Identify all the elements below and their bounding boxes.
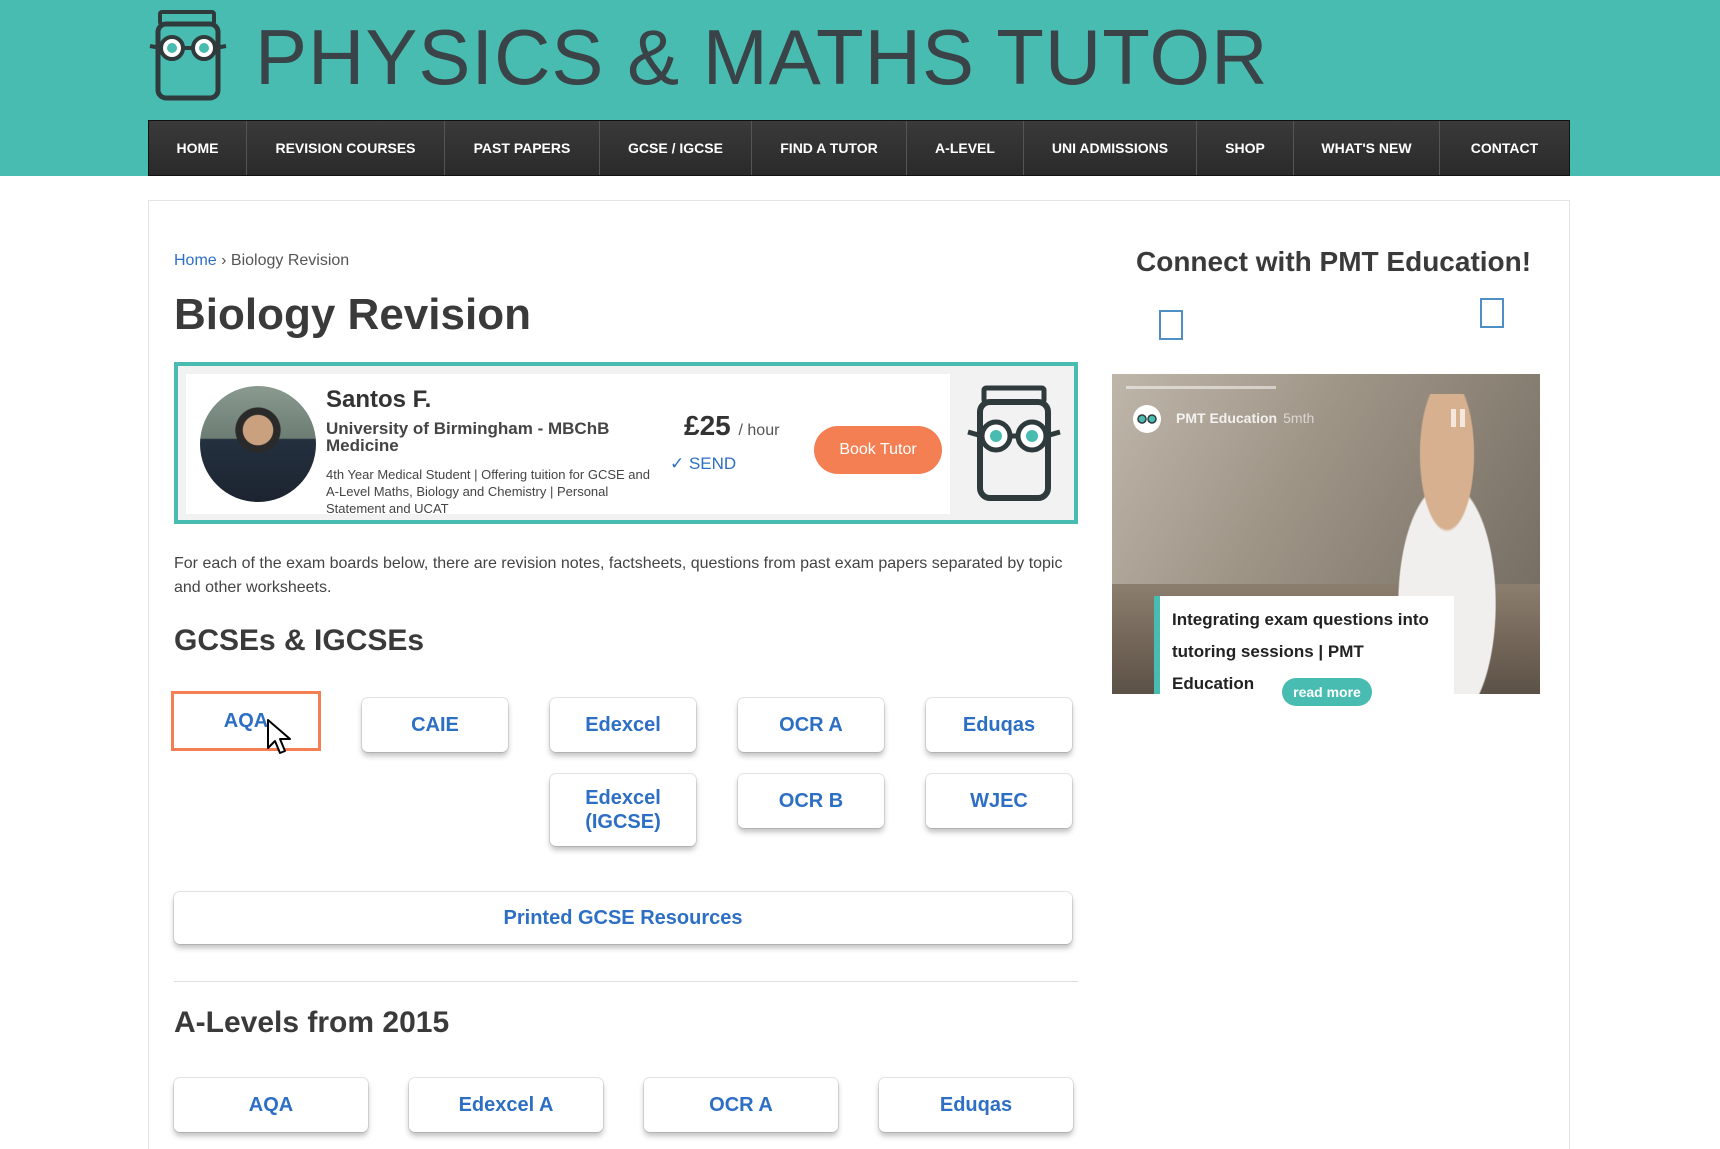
alevel-eduqas-button[interactable]: Eduqas bbox=[879, 1078, 1073, 1132]
pause-icon[interactable] bbox=[1450, 408, 1466, 428]
video-channel-label: PMT Education bbox=[1176, 410, 1278, 426]
book-tutor-button[interactable]: Book Tutor bbox=[814, 426, 942, 474]
tutor-card-body: Santos F. University of Birmingham - MBC… bbox=[186, 374, 950, 516]
breadcrumb-current: Biology Revision bbox=[230, 252, 350, 269]
tutor-ad-card[interactable]: Santos F. University of Birmingham - MBC… bbox=[174, 362, 1078, 524]
social-twitter-icon[interactable] bbox=[1480, 298, 1504, 328]
alevel-aqa-button[interactable]: AQA bbox=[174, 1078, 368, 1132]
main-nav: HOME REVISION COURSES PAST PAPERS GCSE /… bbox=[148, 120, 1570, 176]
site-title[interactable]: PHYSICS & MATHS TUTOR bbox=[255, 12, 1268, 103]
gcse-ocr-a-button[interactable]: OCR A bbox=[738, 698, 884, 752]
gcse-heading: GCSEs & IGCSEs bbox=[174, 624, 425, 657]
breadcrumb-home-link[interactable]: Home bbox=[174, 252, 217, 269]
tutor-name: Santos F. bbox=[326, 386, 432, 413]
gcse-edexcel-button[interactable]: Edexcel bbox=[550, 698, 696, 752]
pmt-logo-icon bbox=[967, 385, 1061, 501]
gcse-aqa-button[interactable]: AQA bbox=[174, 694, 318, 748]
page-title: Biology Revision bbox=[174, 290, 531, 339]
nav-find-a-tutor[interactable]: FIND A TUTOR bbox=[752, 121, 907, 175]
nav-past-papers[interactable]: PAST PAPERS bbox=[445, 121, 600, 175]
tutor-university: University of Birmingham - MBChB Medicin… bbox=[326, 419, 610, 455]
nav-uni-admissions[interactable]: UNI ADMISSIONS bbox=[1024, 121, 1197, 175]
tutor-description: 4th Year Medical Student | Offering tuit… bbox=[326, 467, 650, 516]
video-embed[interactable]: PMT Education 5mth Integrating exam quest… bbox=[1112, 374, 1540, 694]
video-progress-bar bbox=[1126, 386, 1276, 389]
nav-contact[interactable]: CONTACT bbox=[1440, 121, 1569, 175]
gcse-ocr-b-button[interactable]: OCR B bbox=[738, 774, 884, 828]
breadcrumb: Home › Biology Revision bbox=[174, 252, 349, 270]
nav-revision-courses[interactable]: REVISION COURSES bbox=[247, 121, 445, 175]
video-channel-name: PMT Education 5mth bbox=[1176, 410, 1314, 426]
video-caption-line-1: Integrating exam questions into bbox=[1172, 610, 1429, 629]
channel-logo-icon bbox=[1133, 405, 1161, 433]
tutor-price: £25 / hour bbox=[684, 410, 779, 442]
social-facebook-icon[interactable] bbox=[1159, 310, 1183, 340]
gcse-edexcel-igcse-button[interactable]: Edexcel (IGCSE) bbox=[550, 774, 696, 846]
gcse-caie-button[interactable]: CAIE bbox=[362, 698, 508, 752]
sidebar-heading: Connect with PMT Education! bbox=[1136, 246, 1532, 277]
breadcrumb-separator: › bbox=[221, 252, 227, 269]
alevel-ocr-a-button[interactable]: OCR A bbox=[644, 1078, 838, 1132]
read-more-button[interactable]: read more bbox=[1282, 678, 1372, 706]
gcse-wjec-button[interactable]: WJEC bbox=[926, 774, 1072, 828]
nav-shop[interactable]: SHOP bbox=[1197, 121, 1294, 175]
gcse-eduqas-button[interactable]: Eduqas bbox=[926, 698, 1072, 752]
tutor-price-value: £25 bbox=[684, 410, 731, 441]
nav-a-level[interactable]: A-LEVEL bbox=[907, 121, 1024, 175]
intro-text: For each of the exam boards below, there… bbox=[174, 555, 1063, 596]
tutor-send-badge: ✓ SEND bbox=[670, 454, 737, 473]
pmt-logo-icon[interactable] bbox=[148, 10, 228, 102]
nav-home[interactable]: HOME bbox=[149, 121, 247, 175]
video-age: 5mth bbox=[1283, 410, 1315, 426]
nav-whats-new[interactable]: WHAT'S NEW bbox=[1294, 121, 1440, 175]
printed-gcse-resources-button[interactable]: Printed GCSE Resources bbox=[174, 892, 1072, 944]
alevel-heading: A-Levels from 2015 bbox=[174, 1006, 450, 1039]
tutor-price-unit: / hour bbox=[738, 422, 780, 439]
nav-gcse-igcse[interactable]: GCSE / IGCSE bbox=[600, 121, 752, 175]
alevel-edexcel-a-button[interactable]: Edexcel A bbox=[409, 1078, 603, 1132]
tutor-avatar bbox=[200, 386, 316, 502]
mouse-cursor-icon bbox=[267, 719, 291, 754]
section-divider bbox=[174, 981, 1078, 982]
